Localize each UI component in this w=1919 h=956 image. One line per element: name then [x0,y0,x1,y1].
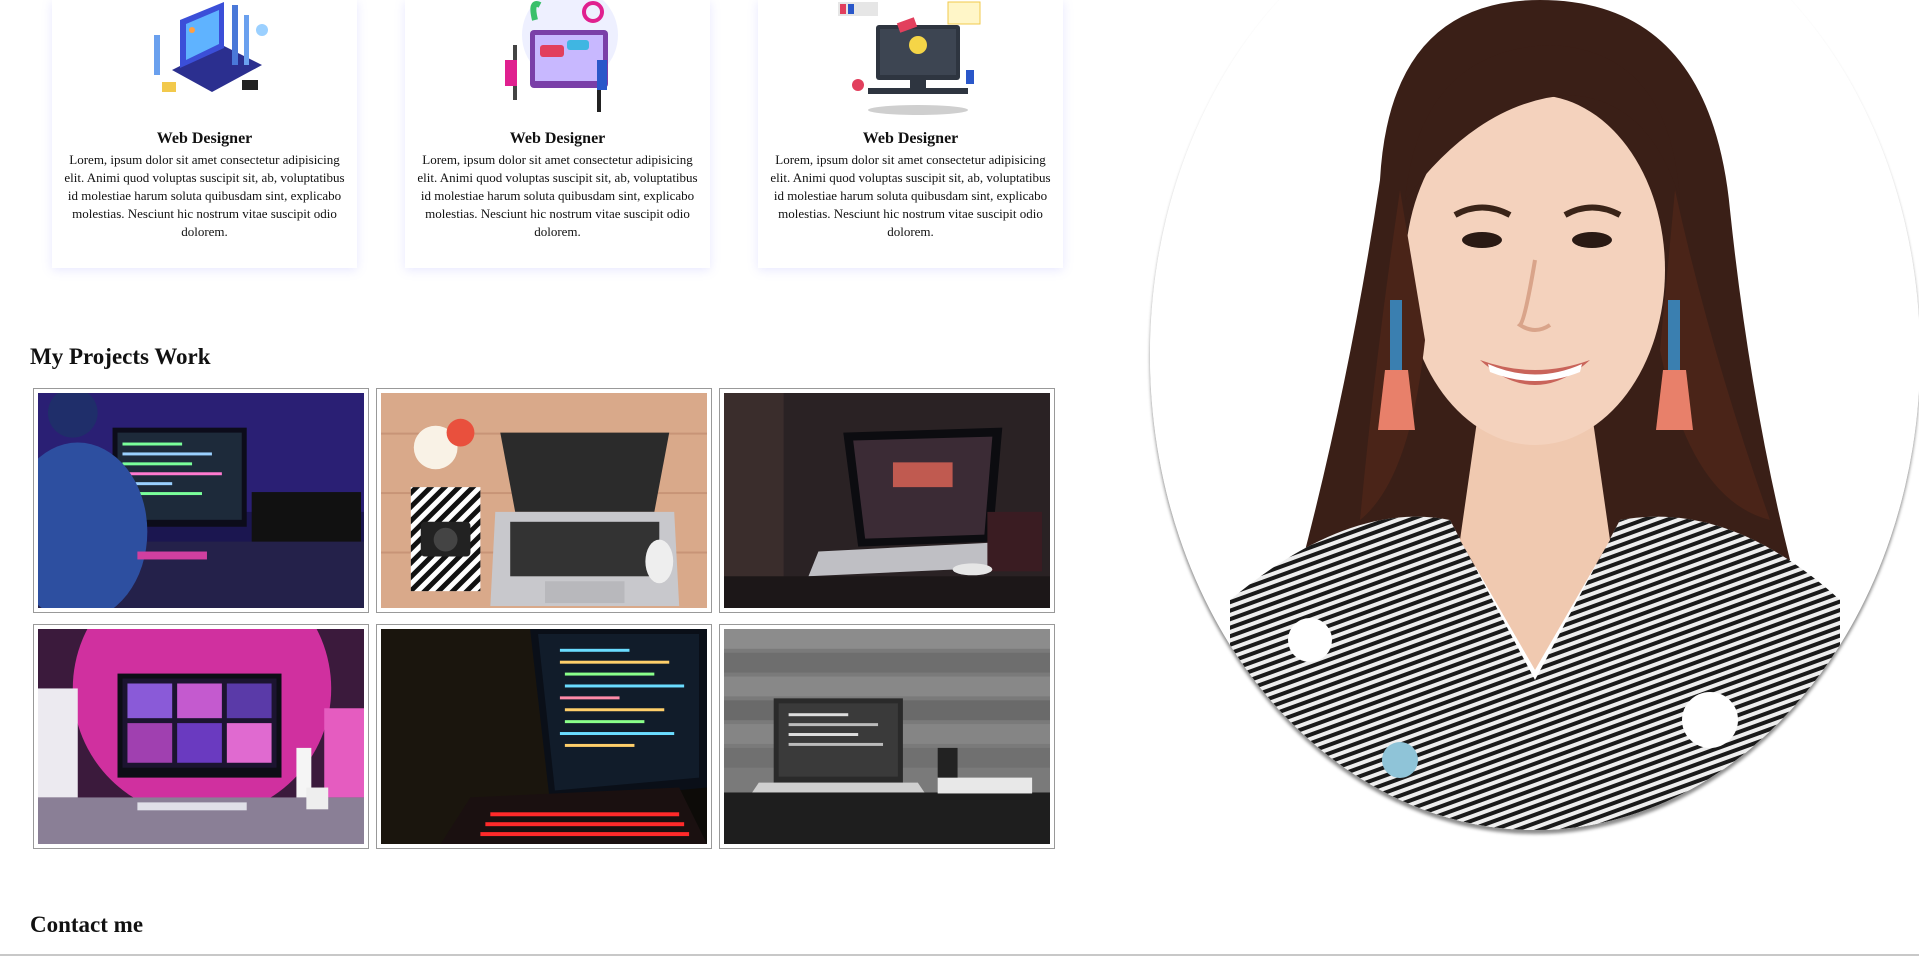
service-description: Lorem, ipsum dolor sit amet consectetur … [417,152,698,239]
service-description: Lorem, ipsum dolor sit amet consectetur … [64,152,345,239]
monitor-lightbulb-illustration [838,0,988,120]
contact-heading: Contact me [30,912,144,937]
projects-heading: My Projects Work [30,344,211,369]
web-chat-illustration [485,0,635,120]
service-title: Web Designer [509,130,606,147]
service-card: Web Designer Lorem, ipsum dolor sit amet… [758,0,1063,268]
project-laptop-camera-flatlay[interactable] [376,388,712,613]
service-title: Web Designer [862,130,959,147]
profile-portrait [1150,0,1919,830]
project-code-laptop-red-keys[interactable] [376,624,712,849]
project-coder-neon-desk[interactable] [33,388,369,613]
laptop-isometric-illustration [132,0,282,120]
project-bw-laptop-brick-wall[interactable] [719,624,1055,849]
project-pink-imac-setup[interactable] [33,624,369,849]
service-card: Web Designer Lorem, ipsum dolor sit amet… [52,0,357,268]
service-title: Web Designer [156,130,253,147]
service-description: Lorem, ipsum dolor sit amet consectetur … [770,152,1051,239]
service-card: Web Designer Lorem, ipsum dolor sit amet… [405,0,710,268]
project-dark-laptop-desk[interactable] [719,388,1055,613]
